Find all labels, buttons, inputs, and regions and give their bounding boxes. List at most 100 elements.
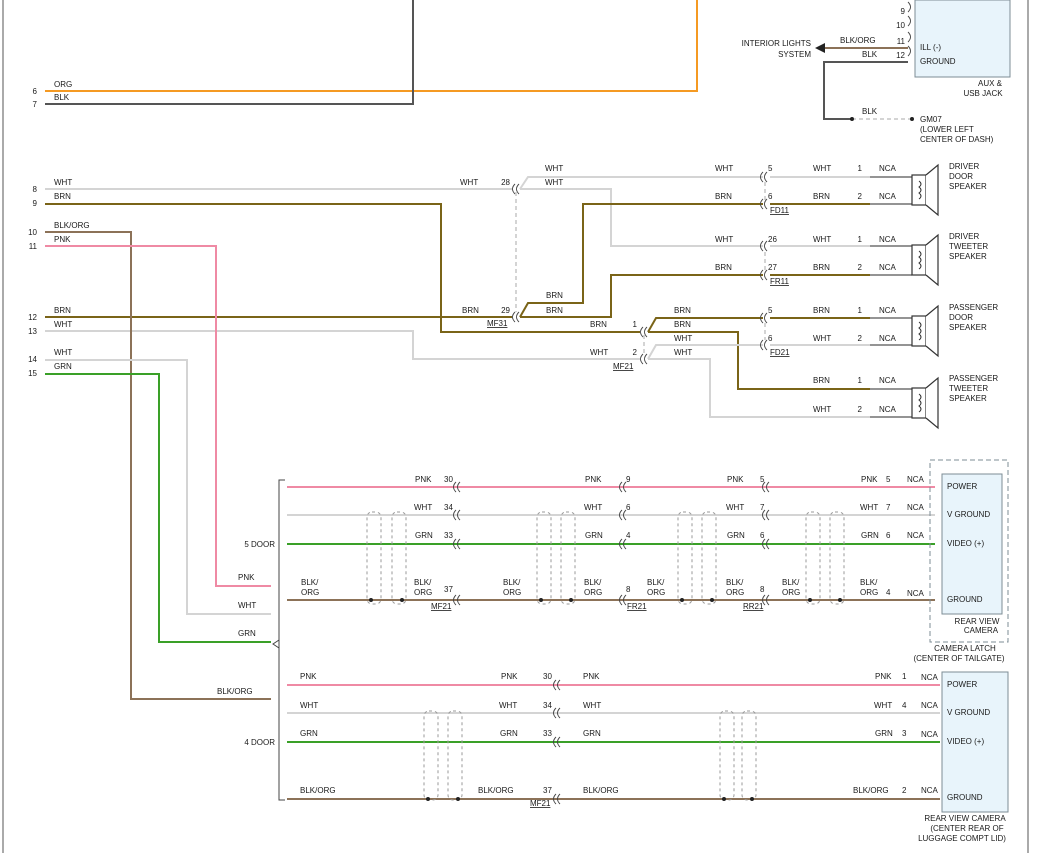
label-nca: NCA	[879, 192, 897, 201]
shield-icon	[423, 710, 439, 801]
label-n6: 6	[768, 192, 773, 201]
label-fr21: FR21	[627, 602, 647, 611]
label-mf21: MF21	[431, 602, 452, 611]
label-n1: 1	[858, 376, 863, 385]
label-dds1: DRIVER	[949, 162, 979, 171]
label-blk: BLK	[54, 93, 70, 102]
label-pts3: SPEAKER	[949, 394, 987, 403]
label-ils1: INTERIOR LIGHTS	[742, 39, 811, 48]
label-nca: NCA	[879, 306, 897, 315]
splice-dot	[722, 797, 726, 801]
label-n37: 37	[444, 585, 453, 594]
connector-symbol	[907, 1, 911, 13]
label-n2: 2	[858, 405, 863, 414]
label-n1: 1	[858, 164, 863, 173]
label-pts1: PASSENGER	[949, 374, 998, 383]
label-wht: WHT	[813, 235, 831, 244]
splice-dot	[539, 598, 543, 602]
label-ill: ILL (-)	[920, 43, 941, 52]
label-n2: 2	[858, 192, 863, 201]
label-wht: WHT	[726, 503, 744, 512]
label-nca: NCA	[879, 334, 897, 343]
label-dts3: SPEAKER	[949, 252, 987, 261]
label-org_2: ORG	[503, 588, 521, 597]
label-org_2: ORG	[860, 588, 878, 597]
label-n2: 2	[633, 348, 638, 357]
label-n8: 8	[760, 585, 765, 594]
label-pnk: PNK	[238, 573, 255, 582]
label-nca: NCA	[907, 503, 925, 512]
label-cl1: CAMERA LATCH	[934, 644, 996, 653]
label-nca: NCA	[921, 673, 939, 682]
label-blkorg: BLK/ORG	[217, 687, 253, 696]
label-p15: 15	[28, 369, 37, 378]
wire-wht-2a	[647, 344, 763, 360]
label-wht: WHT	[715, 235, 733, 244]
wiring-diagram: 6ORG7BLK9101112ILL (-)GROUNDAUX &USB JAC…	[2, 0, 1029, 853]
splice-dot	[710, 598, 714, 602]
label-pds3: SPEAKER	[949, 323, 987, 332]
label-grn: GRN	[500, 729, 518, 738]
label-blkorg: BLK/ORG	[853, 786, 889, 795]
wire-blk-7	[45, 0, 414, 105]
label-brn: BRN	[546, 291, 563, 300]
label-brn: BRN	[813, 192, 830, 201]
label-dts1: DRIVER	[949, 232, 979, 241]
label-ground: GROUND	[920, 57, 956, 66]
label-p10: 10	[28, 228, 37, 237]
wire-brn-1a	[647, 317, 763, 333]
label-c11: 11	[897, 37, 906, 46]
label-grn: GRN	[238, 629, 256, 638]
label-grn: GRN	[415, 531, 433, 540]
label-vground: V GROUND	[947, 708, 990, 717]
label-org_2: ORG	[414, 588, 432, 597]
label-vground: V GROUND	[947, 510, 990, 519]
label-n30: 30	[543, 672, 552, 681]
label-n7: 7	[886, 503, 891, 512]
label-n4: 4	[902, 701, 907, 710]
driver-tweeter-speaker-icon	[911, 233, 939, 287]
label-blk_sl: BLK/	[647, 578, 665, 587]
label-gm07b: CENTER OF DASH)	[920, 135, 994, 144]
label-n1: 1	[902, 672, 907, 681]
label-pds2: DOOR	[949, 313, 973, 322]
label-nca: NCA	[907, 589, 925, 598]
label-wht: WHT	[414, 503, 432, 512]
label-blkorg: BLK/ORG	[54, 221, 90, 230]
label-brn: BRN	[54, 192, 71, 201]
label-pds1: PASSENGER	[949, 303, 998, 312]
labels: 6ORG7BLK9101112ILL (-)GROUNDAUX &USB JAC…	[28, 7, 1006, 843]
shield-icon	[536, 511, 552, 605]
label-nca: NCA	[907, 531, 925, 540]
shield-icon	[805, 511, 821, 605]
label-p12: 12	[28, 313, 37, 322]
label-aux1: AUX &	[978, 79, 1003, 88]
label-n5: 5	[760, 475, 765, 484]
label-gm07: GM07	[920, 115, 942, 124]
label-fr11: FR11	[770, 277, 790, 286]
label-blkorg: BLK/ORG	[478, 786, 514, 795]
label-n9: 9	[626, 475, 631, 484]
label-pnk: PNK	[585, 475, 602, 484]
label-n34: 34	[444, 503, 453, 512]
label-nca: NCA	[879, 164, 897, 173]
label-wht: WHT	[813, 164, 831, 173]
label-wht: WHT	[674, 334, 692, 343]
label-grn: GRN	[861, 531, 879, 540]
arrow-icon	[815, 43, 825, 53]
label-wht: WHT	[54, 178, 72, 187]
label-power: POWER	[947, 680, 977, 689]
label-n4: 4	[626, 531, 631, 540]
label-door5: 5 DOOR	[244, 540, 275, 549]
label-blkorg: BLK/ORG	[300, 786, 336, 795]
label-grn: GRN	[54, 362, 72, 371]
shield-icon	[719, 710, 735, 801]
label-org_2: ORG	[726, 588, 744, 597]
label-brn: BRN	[462, 306, 479, 315]
driver-door-speaker-icon	[911, 163, 939, 217]
label-n30: 30	[444, 475, 453, 484]
label-n6: 6	[886, 531, 891, 540]
connector-symbol	[907, 45, 911, 57]
label-nca: NCA	[879, 235, 897, 244]
label-n1: 1	[858, 306, 863, 315]
